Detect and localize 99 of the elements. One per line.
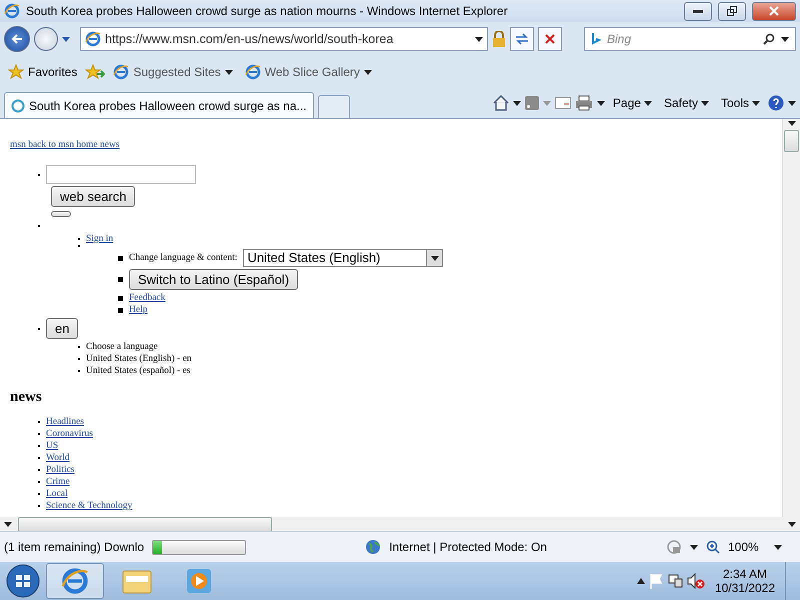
minimize-button[interactable] bbox=[684, 2, 712, 20]
page-link[interactable]: Help bbox=[129, 304, 148, 316]
star-icon[interactable] bbox=[8, 64, 24, 80]
command-menu[interactable]: Tools bbox=[716, 96, 764, 110]
search-icon[interactable] bbox=[763, 33, 775, 45]
folder-icon bbox=[122, 568, 152, 594]
language-dropdown[interactable]: United States (English) bbox=[243, 249, 444, 267]
close-icon bbox=[545, 34, 555, 44]
browser-e-icon bbox=[61, 567, 89, 595]
horizontal-scrollbar[interactable] bbox=[0, 517, 800, 531]
window-title: South Korea probes Halloween crowd surge as nation mourns - Windows Internet Explorer bbox=[26, 4, 509, 18]
language-button[interactable]: en bbox=[46, 318, 78, 339]
bullet bbox=[118, 277, 123, 282]
minimize-icon bbox=[693, 9, 703, 13]
back-arrow-icon bbox=[11, 33, 23, 45]
caret-icon bbox=[542, 100, 551, 106]
command-menu[interactable]: Page bbox=[608, 96, 656, 110]
caret-icon bbox=[512, 100, 521, 106]
add-favorite-icon[interactable] bbox=[85, 64, 106, 80]
zoom-level[interactable]: 100% bbox=[728, 540, 766, 554]
news-link[interactable]: Headlines bbox=[46, 416, 84, 428]
favorites-link[interactable]: Web Slice Gallery bbox=[240, 64, 376, 80]
caret-icon bbox=[4, 522, 12, 526]
start-button[interactable] bbox=[4, 563, 42, 599]
close-button[interactable] bbox=[752, 2, 796, 20]
caret-icon bbox=[475, 36, 483, 42]
caret-icon bbox=[690, 544, 698, 550]
forward-button[interactable] bbox=[34, 27, 58, 51]
play-icon bbox=[186, 568, 212, 594]
zoom-icon[interactable] bbox=[706, 540, 720, 554]
back-button[interactable] bbox=[4, 26, 30, 52]
search-field[interactable]: Bing bbox=[584, 27, 796, 51]
language-option: United States (English) - en bbox=[86, 353, 192, 365]
language-option: United States (español) - es bbox=[86, 365, 190, 377]
caret-icon bbox=[644, 100, 652, 106]
caret-icon bbox=[364, 70, 372, 74]
news-link[interactable]: World bbox=[46, 452, 70, 464]
news-link[interactable]: Politics bbox=[46, 464, 75, 476]
back-link[interactable]: msn back to msn home news bbox=[10, 140, 120, 150]
favorites-link[interactable]: Suggested Sites bbox=[109, 64, 237, 80]
scroll-thumb[interactable] bbox=[18, 516, 272, 532]
caret-icon bbox=[788, 121, 796, 126]
browser-tab[interactable]: South Korea probes Halloween crowd surge as na... bbox=[4, 92, 314, 118]
caret-icon bbox=[62, 36, 70, 42]
mail-icon[interactable] bbox=[554, 97, 571, 109]
address-field[interactable]: https://www.msn.com/en-us/news/world/south-korea bbox=[80, 27, 488, 51]
caret-icon bbox=[788, 100, 796, 106]
caret-icon bbox=[788, 522, 796, 526]
home-icon[interactable] bbox=[492, 95, 509, 111]
help-icon[interactable] bbox=[768, 95, 784, 111]
close-icon bbox=[769, 6, 779, 16]
small-button[interactable] bbox=[51, 211, 71, 217]
search-input[interactable] bbox=[46, 165, 196, 184]
up-arrow-icon[interactable] bbox=[636, 578, 645, 584]
vertical-scrollbar[interactable] bbox=[782, 119, 800, 517]
restore-button[interactable] bbox=[718, 2, 746, 20]
section-heading: news bbox=[10, 391, 43, 403]
caret-icon bbox=[700, 100, 709, 106]
caret-icon bbox=[430, 256, 439, 260]
globe-icon bbox=[365, 539, 382, 555]
caret-icon bbox=[752, 100, 760, 106]
bullet bbox=[118, 256, 123, 260]
bullet bbox=[118, 296, 123, 300]
browser-e-icon bbox=[4, 3, 20, 19]
refresh-icon bbox=[515, 33, 529, 45]
muted-speaker-icon[interactable] bbox=[686, 573, 705, 589]
status-text: (1 item remaining) Downlo bbox=[4, 540, 144, 554]
printer-icon[interactable] bbox=[574, 95, 593, 111]
restore-icon bbox=[727, 6, 737, 16]
clock[interactable]: 2:34 AM 10/31/2022 bbox=[708, 567, 781, 595]
browser-e-icon bbox=[85, 31, 101, 47]
favorites-button[interactable]: Favorites bbox=[4, 64, 82, 80]
caret-icon bbox=[224, 70, 233, 74]
sign-in-link[interactable]: Sign in bbox=[86, 233, 114, 245]
news-link[interactable]: Science & Technology bbox=[46, 500, 132, 512]
language-label: Change language & content: bbox=[129, 252, 238, 264]
stop-button[interactable] bbox=[538, 27, 562, 51]
loading-icon bbox=[11, 98, 25, 112]
news-link[interactable]: Coronavirus bbox=[46, 428, 93, 440]
browser-e-icon bbox=[244, 64, 261, 80]
news-link[interactable]: US bbox=[46, 440, 58, 452]
caret-icon bbox=[781, 36, 789, 42]
command-menu[interactable]: Safety bbox=[660, 96, 713, 110]
refresh-button[interactable] bbox=[510, 27, 534, 51]
language-option: Choose a language bbox=[86, 341, 158, 353]
caret-icon bbox=[774, 544, 782, 550]
search-provider-icon bbox=[591, 32, 601, 46]
browser-e-icon bbox=[113, 64, 130, 80]
caret-icon bbox=[596, 100, 605, 106]
padlock-icon[interactable] bbox=[492, 31, 506, 47]
news-link[interactable]: Local bbox=[46, 488, 68, 500]
news-link[interactable]: Crime bbox=[46, 476, 70, 488]
switch-language-button[interactable]: Switch to Latino (Español) bbox=[129, 269, 298, 290]
security-zone: Internet | Protected Mode: On bbox=[389, 540, 547, 554]
bullet bbox=[118, 308, 123, 312]
web-search-button[interactable]: web search bbox=[51, 186, 136, 207]
scroll-thumb[interactable] bbox=[784, 130, 799, 152]
feed-icon[interactable] bbox=[524, 96, 539, 110]
page-link[interactable]: Feedback bbox=[129, 292, 166, 304]
